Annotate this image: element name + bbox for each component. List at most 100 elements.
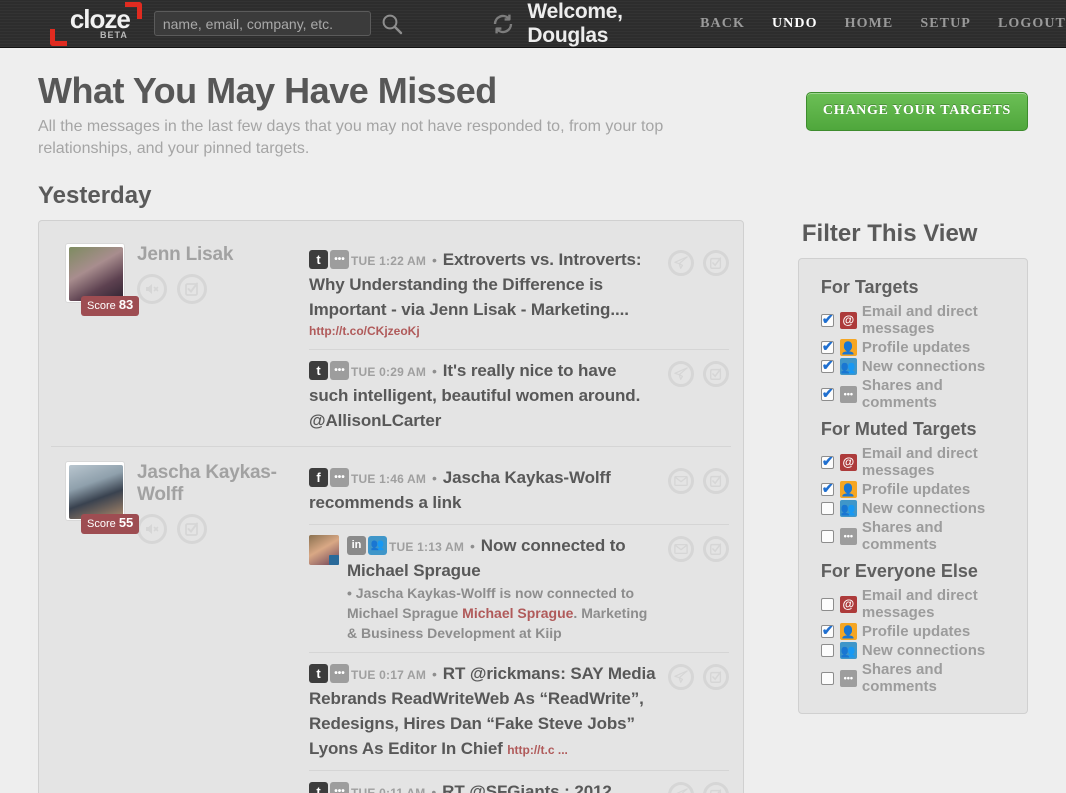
nav-link-setup[interactable]: SETUP [920, 16, 971, 32]
checkbox[interactable] [820, 529, 834, 543]
score-badge: Score 55 [81, 514, 140, 534]
filter-row-shares-targets[interactable]: ••• Shares and comments [820, 377, 1013, 411]
filter-row-email-targets[interactable]: @ Email and direct messages [820, 303, 1013, 337]
search-icon[interactable] [381, 11, 403, 37]
filter-group-title: For Targets [820, 277, 919, 297]
message-link[interactable]: http://t.c ... [507, 743, 568, 757]
person-icon: 👤 [839, 481, 857, 498]
comment-bubble-icon: ••• [839, 385, 857, 403]
reply-icon[interactable] [667, 782, 694, 793]
filter-label: Shares and comments [861, 377, 943, 411]
message-row: t ••• TUE 1:22 AM • Extroverts vs. Introve… [309, 239, 729, 349]
pin-checkbox-icon[interactable] [177, 274, 207, 304]
filter-row-email-everyone[interactable]: @ Email and direct messages [820, 587, 1013, 621]
mark-done-icon[interactable] [702, 361, 729, 387]
cloze-logo[interactable]: cloze BETA [50, 1, 142, 46]
message-subtext-name[interactable]: Michael Sprague [462, 605, 573, 621]
mark-done-icon[interactable] [702, 782, 729, 793]
twitter-icon: t [309, 361, 328, 380]
comment-bubble-icon: ••• [330, 468, 349, 487]
checkbox[interactable] [820, 453, 834, 470]
mark-done-icon[interactable] [702, 468, 729, 494]
filter-label: Email and direct messages [861, 445, 978, 479]
page-subtitle: All the messages in the last few days th… [38, 118, 664, 157]
filter-label: Shares and comments [861, 519, 943, 553]
logo-beta-tag: BETA [100, 29, 128, 40]
checkbox[interactable] [820, 622, 834, 639]
message-mention[interactable]: @AllisonLCarter [309, 411, 441, 430]
reply-icon[interactable] [667, 361, 694, 387]
checkbox[interactable] [820, 338, 834, 355]
change-targets-button[interactable]: CHANGE YOUR TARGETS [805, 92, 1028, 131]
message-mention[interactable]: @SFGiants [469, 782, 559, 793]
nav-link-home[interactable]: HOME [845, 16, 894, 32]
checkbox[interactable] [820, 480, 834, 497]
person-block: Score 83 Jenn Lisak t ••• TUE 1:22 AM • … [51, 229, 731, 446]
checkbox[interactable] [820, 311, 834, 328]
message-feed: Score 83 Jenn Lisak t ••• TUE 1:22 AM • … [38, 220, 744, 793]
twitter-icon: t [309, 250, 328, 269]
contact-avatar[interactable] [309, 535, 339, 565]
filter-row-shares-everyone[interactable]: ••• Shares and comments [820, 661, 1013, 695]
message-retweet-prefix: RT [442, 782, 470, 793]
checkbox[interactable] [820, 597, 834, 611]
score-label: Score [87, 518, 116, 530]
score-badge: Score 83 [81, 296, 140, 316]
checkbox[interactable] [820, 357, 834, 374]
filter-label: Email and direct messages [861, 303, 978, 337]
filter-row-profile-everyone[interactable]: 👤 Profile updates [820, 622, 1013, 640]
refresh-icon[interactable] [491, 12, 515, 36]
filter-row-profile-targets[interactable]: 👤 Profile updates [820, 338, 1013, 356]
two-people-icon: 👥 [839, 500, 857, 517]
filter-panel: For Targets @ Email and direct messages … [797, 258, 1028, 714]
filter-row-connections-targets[interactable]: 👥 New connections [820, 357, 1013, 375]
two-people-icon: 👥 [839, 358, 857, 375]
checkbox[interactable] [820, 385, 834, 402]
mark-done-icon[interactable] [702, 664, 729, 690]
filter-row-connections-muted[interactable]: 👥 New connections [820, 500, 1013, 517]
message-timestamp: TUE 0:29 AM [351, 365, 427, 379]
pin-checkbox-icon[interactable] [177, 514, 207, 544]
avatar[interactable]: Score 83 [65, 243, 140, 316]
linkedin-icon: in [347, 536, 366, 555]
email-icon[interactable] [667, 536, 694, 562]
search-input[interactable] [153, 11, 372, 36]
reply-icon[interactable] [667, 664, 694, 690]
message-row: t ••• TUE 0:17 AM • RT @rickmans: SAY Medi… [309, 652, 729, 770]
filter-label: Profile updates [861, 339, 971, 356]
message-timestamp: TUE 1:13 AM [389, 540, 465, 554]
checkbox[interactable] [820, 502, 834, 515]
nav-link-undo[interactable]: UNDO [772, 16, 818, 32]
person-messages: t ••• TUE 1:22 AM • Extroverts vs. Introve… [309, 239, 731, 442]
message-link[interactable]: http://t.co/CKjzeoKj [309, 324, 420, 338]
comment-bubble-icon: ••• [839, 527, 857, 545]
filter-row-email-muted[interactable]: @ Email and direct messages [820, 445, 1013, 479]
comment-bubble-icon: ••• [330, 250, 349, 269]
filter-row-connections-everyone[interactable]: 👥 New connections [820, 642, 1013, 659]
message-row: in 👥 TUE 1:13 AM • Now connected to Michae… [309, 524, 729, 652]
at-sign-icon: @ [839, 453, 857, 471]
message-retweet-prefix: RT [442, 664, 470, 683]
filter-sidebar: Filter This View For Targets @ Email and… [797, 220, 1028, 714]
nav-link-back[interactable]: BACK [700, 16, 745, 32]
mute-icon[interactable] [137, 514, 167, 544]
mute-icon[interactable] [137, 274, 167, 304]
avatar[interactable]: Score 55 [65, 461, 140, 534]
mark-done-icon[interactable] [702, 250, 729, 276]
message-mention[interactable]: @rickmans [470, 664, 560, 683]
filter-row-shares-muted[interactable]: ••• Shares and comments [820, 519, 1013, 553]
checkbox[interactable] [820, 644, 834, 657]
person-summary: Score 83 Jenn Lisak [51, 239, 309, 442]
person-icon: 👤 [839, 623, 857, 640]
email-icon[interactable] [667, 468, 694, 494]
twitter-icon: t [309, 782, 328, 793]
twitter-icon: t [309, 664, 328, 683]
checkbox[interactable] [820, 671, 834, 685]
person-messages: f ••• TUE 1:46 AM • Jascha Kaykas-Wolff re… [309, 457, 731, 793]
mark-done-icon[interactable] [702, 536, 729, 562]
linkedin-badge-icon [329, 555, 339, 565]
score-value: 83 [118, 297, 134, 312]
reply-icon[interactable] [667, 250, 694, 276]
nav-link-logout[interactable]: LOGOUT [998, 16, 1066, 32]
filter-row-profile-muted[interactable]: 👤 Profile updates [820, 480, 1013, 498]
